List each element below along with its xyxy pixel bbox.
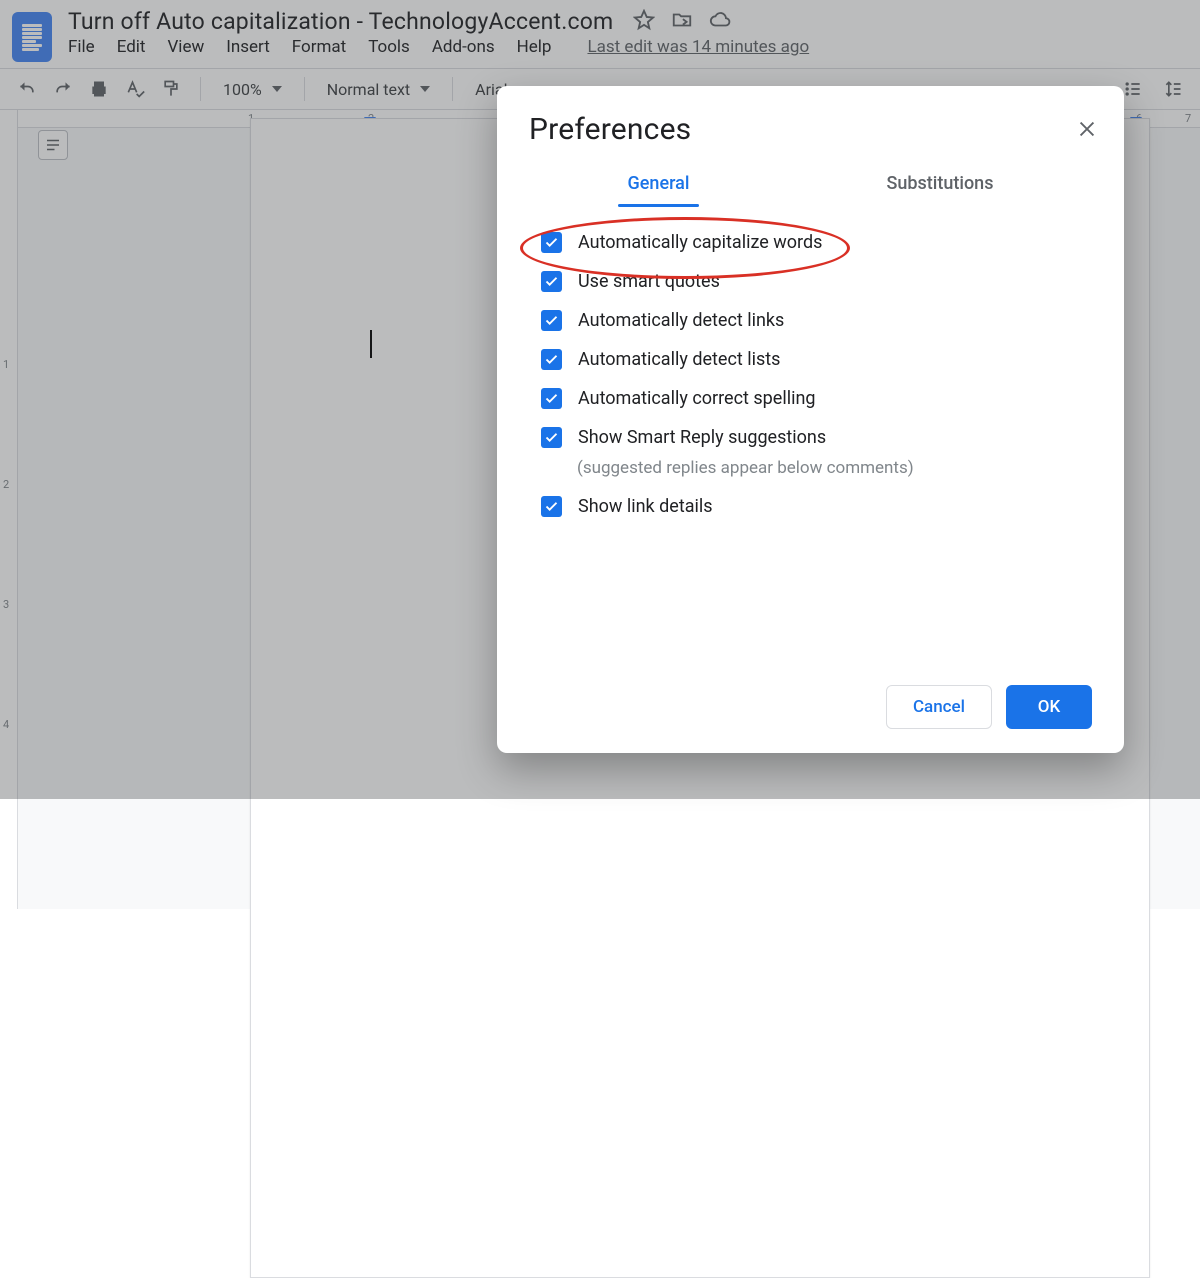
checkbox-icon[interactable] [541, 388, 562, 409]
option-label: Automatically capitalize words [578, 232, 822, 253]
checkbox-icon[interactable] [541, 271, 562, 292]
option-correct-spelling[interactable]: Automatically correct spelling [541, 388, 1092, 409]
option-label: Automatically detect links [578, 310, 784, 331]
checkbox-icon[interactable] [541, 232, 562, 253]
smart-reply-subtext: (suggested replies appear below comments… [577, 458, 1092, 478]
option-label: Automatically detect lists [578, 349, 780, 370]
preferences-dialog: Preferences General Substitutions Automa… [497, 86, 1124, 753]
option-label: Show Smart Reply suggestions [578, 427, 826, 448]
tab-general[interactable]: General [624, 163, 694, 206]
option-label: Show link details [578, 496, 713, 517]
option-auto-capitalize[interactable]: Automatically capitalize words [541, 232, 1092, 253]
option-detect-links[interactable]: Automatically detect links [541, 310, 1092, 331]
dialog-title: Preferences [529, 112, 1092, 147]
preferences-options: Automatically capitalize words Use smart… [529, 232, 1092, 517]
checkbox-icon[interactable] [541, 427, 562, 448]
option-label: Automatically correct spelling [578, 388, 816, 409]
dialog-tabs: General Substitutions [529, 163, 1092, 206]
option-smart-quotes[interactable]: Use smart quotes [541, 271, 1092, 292]
checkbox-icon[interactable] [541, 496, 562, 517]
option-label: Use smart quotes [578, 271, 720, 292]
ok-button[interactable]: OK [1006, 685, 1092, 729]
option-smart-reply[interactable]: Show Smart Reply suggestions [541, 427, 1092, 448]
checkbox-icon[interactable] [541, 310, 562, 331]
checkbox-icon[interactable] [541, 349, 562, 370]
close-button[interactable] [1072, 114, 1102, 144]
cancel-button[interactable]: Cancel [886, 685, 992, 729]
tab-substitutions[interactable]: Substitutions [883, 163, 998, 206]
option-detect-lists[interactable]: Automatically detect lists [541, 349, 1092, 370]
dialog-actions: Cancel OK [529, 685, 1092, 729]
option-link-details[interactable]: Show link details [541, 496, 1092, 517]
